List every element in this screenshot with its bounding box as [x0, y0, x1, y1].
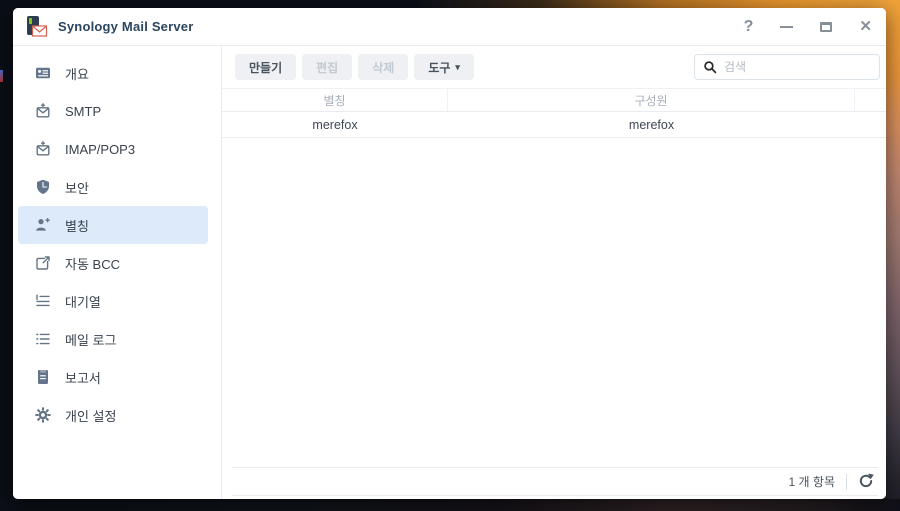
- desktop-icon-sliver: [0, 70, 3, 82]
- shield-icon: [35, 179, 51, 195]
- refresh-icon[interactable]: [858, 473, 876, 491]
- delete-button[interactable]: 삭제: [358, 54, 408, 80]
- sidebar-item-label: 보고서: [65, 368, 101, 387]
- sidebar-item-queue[interactable]: 대기열: [18, 282, 208, 320]
- share-box-icon: [35, 255, 51, 271]
- envelope-plus-icon: [35, 141, 51, 157]
- envelope-plus-icon: [35, 103, 51, 119]
- help-icon[interactable]: ?: [744, 19, 754, 35]
- mail-server-window: Synology Mail Server ? ✕ 개요 SMTP: [13, 8, 886, 499]
- queue-list-icon: [35, 293, 51, 309]
- row-spacer-cell: [855, 112, 886, 137]
- gear-icon: [35, 407, 51, 423]
- members-cell: merefox: [448, 112, 855, 137]
- sidebar-item-label: 개인 설정: [65, 406, 116, 425]
- sidebar-item-smtp[interactable]: SMTP: [18, 92, 208, 130]
- sidebar-item-personal-settings[interactable]: 개인 설정: [18, 396, 208, 434]
- alias-panel: 만들기 편집 삭제 도구 ▾ 별칭 구성원 merefox mere: [222, 46, 886, 499]
- sidebar-item-auto-bcc[interactable]: 자동 BCC: [18, 244, 208, 282]
- table-footer: 1 개 항목: [232, 467, 878, 496]
- maximize-icon[interactable]: [820, 22, 832, 32]
- sidebar-item-alias[interactable]: 별칭: [18, 206, 208, 244]
- column-header-spacer: [855, 89, 886, 111]
- window-title: Synology Mail Server: [58, 19, 194, 34]
- sidebar-item-label: 대기열: [65, 292, 101, 311]
- search-box[interactable]: [694, 54, 880, 80]
- id-card-icon: [35, 65, 51, 81]
- sidebar-item-report[interactable]: 보고서: [18, 358, 208, 396]
- search-icon: [703, 60, 717, 74]
- tools-label: 도구: [428, 59, 450, 76]
- sidebar-item-label: 자동 BCC: [65, 254, 120, 273]
- sidebar-item-overview[interactable]: 개요: [18, 54, 208, 92]
- edit-button[interactable]: 편집: [302, 54, 352, 80]
- table-header: 별칭 구성원: [222, 88, 886, 112]
- sidebar-item-imap-pop3[interactable]: IMAP/POP3: [18, 130, 208, 168]
- sidebar: 개요 SMTP IMAP/POP3 보안: [13, 46, 222, 499]
- sidebar-item-label: 개요: [65, 64, 89, 83]
- titlebar[interactable]: Synology Mail Server ? ✕: [13, 8, 886, 46]
- search-input[interactable]: [724, 60, 871, 74]
- column-header-alias[interactable]: 별칭: [222, 89, 448, 111]
- toolbar: 만들기 편집 삭제 도구 ▾: [222, 46, 886, 88]
- close-icon[interactable]: ✕: [859, 19, 872, 34]
- desktop-wallpaper-right: [885, 0, 900, 511]
- create-button[interactable]: 만들기: [235, 54, 296, 80]
- column-header-members[interactable]: 구성원: [448, 89, 855, 111]
- sidebar-item-label: 별칭: [65, 216, 89, 235]
- table-row[interactable]: merefox merefox: [222, 112, 886, 138]
- sidebar-item-mail-log[interactable]: 메일 로그: [18, 320, 208, 358]
- sidebar-item-label: 메일 로그: [65, 330, 116, 349]
- sidebar-item-label: IMAP/POP3: [65, 142, 135, 157]
- user-plus-icon: [35, 217, 51, 233]
- sidebar-item-label: 보안: [65, 178, 89, 197]
- report-doc-icon: [35, 369, 51, 385]
- item-count: 1 개 항목: [789, 473, 835, 490]
- app-icon: [25, 15, 49, 39]
- sidebar-item-security[interactable]: 보안: [18, 168, 208, 206]
- chevron-down-icon: ▾: [455, 62, 460, 73]
- sidebar-item-label: SMTP: [65, 104, 101, 119]
- minimize-icon[interactable]: [780, 26, 793, 28]
- table-empty-area: [222, 138, 886, 467]
- desktop-wallpaper-bottom: [0, 499, 900, 511]
- tools-dropdown-button[interactable]: 도구 ▾: [414, 54, 474, 80]
- footer-divider: [846, 474, 847, 490]
- list-icon: [35, 331, 51, 347]
- alias-cell: merefox: [222, 112, 448, 137]
